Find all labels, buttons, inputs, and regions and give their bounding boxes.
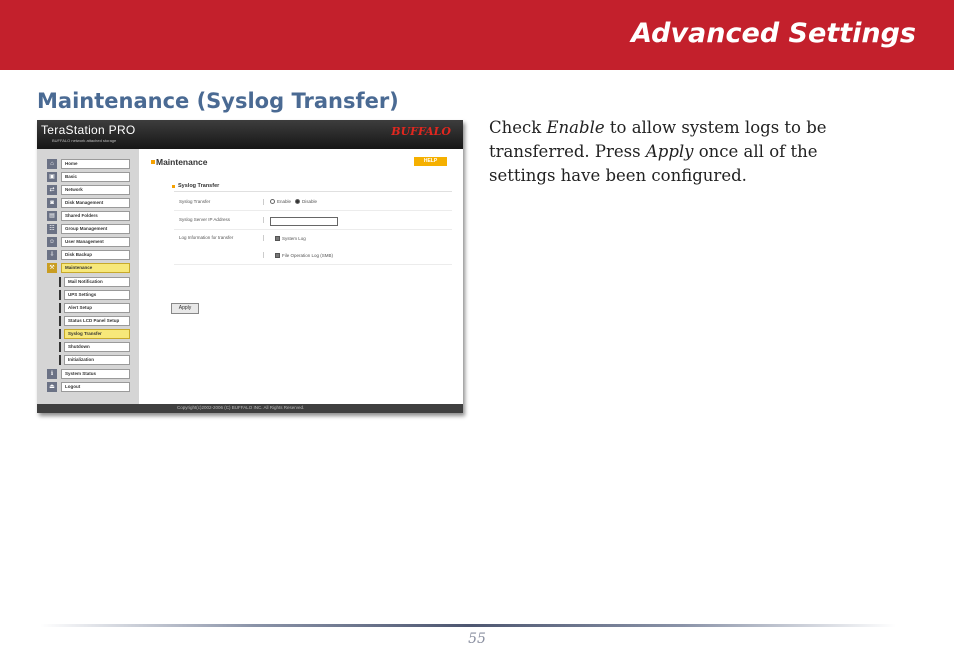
- screenshot-header: TeraStation PRO BUFFALO network attached…: [37, 120, 463, 149]
- network-icon: ⇄: [47, 185, 57, 195]
- subnav-label: Initialization: [68, 357, 95, 362]
- buffalo-logo: BUFFALO: [391, 125, 451, 138]
- disable-radio[interactable]: Disable: [295, 199, 317, 204]
- field-divider: [263, 199, 264, 205]
- subnav-label: Mail Notification: [68, 279, 103, 284]
- header-title: Advanced Settings: [631, 18, 916, 49]
- file-operation-log-checkbox[interactable]: File Operation Log (SMB): [275, 253, 333, 258]
- help-button[interactable]: HELP: [414, 157, 447, 166]
- nav-label: Home: [65, 161, 78, 166]
- group-icon: ☷: [47, 224, 57, 234]
- maintenance-bullet-icon: [151, 160, 155, 164]
- wrench-icon: ⚒: [47, 263, 57, 273]
- sub-marker: [59, 316, 61, 326]
- nav-label: System Status: [65, 371, 97, 376]
- section-title: Maintenance (Syslog Transfer): [37, 89, 399, 113]
- enable-emphasis: Enable: [546, 118, 605, 137]
- row-divider: [174, 264, 452, 265]
- backup-icon: ⇩: [47, 250, 57, 260]
- nav-label: Disk Management: [65, 200, 104, 205]
- brand-subtitle: BUFFALO network attached storage: [52, 138, 117, 143]
- instruction-text: Check Enable to allow system logs to be …: [489, 116, 869, 188]
- enable-radio[interactable]: Enable: [270, 199, 291, 204]
- status-icon: ℹ: [47, 369, 57, 379]
- section-divider: [174, 191, 452, 192]
- folder-icon: ▤: [47, 211, 57, 221]
- subnav-label: Status LCD Panel Setup: [68, 318, 120, 323]
- syslog-section-title: Syslog Transfer: [178, 183, 220, 189]
- apply-button[interactable]: Apply: [171, 303, 199, 314]
- nav-label: Basic: [65, 174, 78, 179]
- basic-icon: ▣: [47, 172, 57, 182]
- copyright-text: Copyright(c)2002-2006 (C) BUFFALO INC. A…: [177, 405, 305, 410]
- nav-label: Logout: [65, 384, 81, 389]
- row-divider: [174, 229, 452, 230]
- sub-marker: [59, 342, 61, 352]
- nav-label: Disk Backup: [65, 252, 93, 257]
- system-log-checkbox[interactable]: System Log: [275, 236, 306, 241]
- subnav-label: Shutdown: [68, 344, 90, 349]
- user-icon: ☺: [47, 237, 57, 247]
- row-divider: [174, 210, 452, 211]
- sub-marker: [59, 303, 61, 313]
- ip-address-field[interactable]: [270, 217, 338, 226]
- ip-address-label: Syslog Server IP Address: [179, 217, 230, 222]
- disk-icon: ◙: [47, 198, 57, 208]
- screenshot-footer: Copyright(c)2002-2006 (C) BUFFALO INC. A…: [37, 404, 463, 413]
- subnav-label: UPS Settings: [68, 292, 97, 297]
- footer-rule: [40, 624, 896, 627]
- syslog-bullet-icon: [172, 185, 175, 188]
- apply-emphasis: Apply: [645, 142, 694, 161]
- nav-label: Group Management: [65, 226, 108, 231]
- embedded-screenshot: TeraStation PRO BUFFALO network attached…: [37, 120, 463, 413]
- sub-marker: [59, 290, 61, 300]
- home-icon: ⌂: [47, 159, 57, 169]
- instruction-part-1: Check: [489, 118, 547, 137]
- main-panel: Maintenance HELP Syslog Transfer Syslog …: [139, 149, 463, 404]
- log-info-label: Log Information for transfer: [179, 235, 234, 240]
- syslog-transfer-label: Syslog Transfer: [179, 199, 211, 204]
- field-divider: [263, 235, 264, 241]
- brand-name: TeraStation PRO: [41, 123, 136, 137]
- nav-label: Maintenance: [65, 265, 93, 270]
- sidebar: ⌂ Home ▣ Basic ⇄ Network ◙ Disk Manageme…: [37, 149, 139, 404]
- header-banner: Advanced Settings: [0, 0, 954, 70]
- field-divider: [263, 217, 264, 223]
- main-title: Maintenance: [156, 157, 208, 167]
- sub-marker: [59, 277, 61, 287]
- nav-label: User Management: [65, 239, 104, 244]
- logout-icon: ⏏: [47, 382, 57, 392]
- subnav-label: Syslog Transfer: [68, 331, 102, 336]
- sub-marker: [59, 329, 61, 339]
- sub-marker: [59, 355, 61, 365]
- subnav-label: Alert Setup: [68, 305, 93, 310]
- page-number: 55: [468, 631, 486, 647]
- nav-label: Shared Folders: [65, 213, 98, 218]
- nav-label: Network: [65, 187, 83, 192]
- field-divider: [263, 252, 264, 258]
